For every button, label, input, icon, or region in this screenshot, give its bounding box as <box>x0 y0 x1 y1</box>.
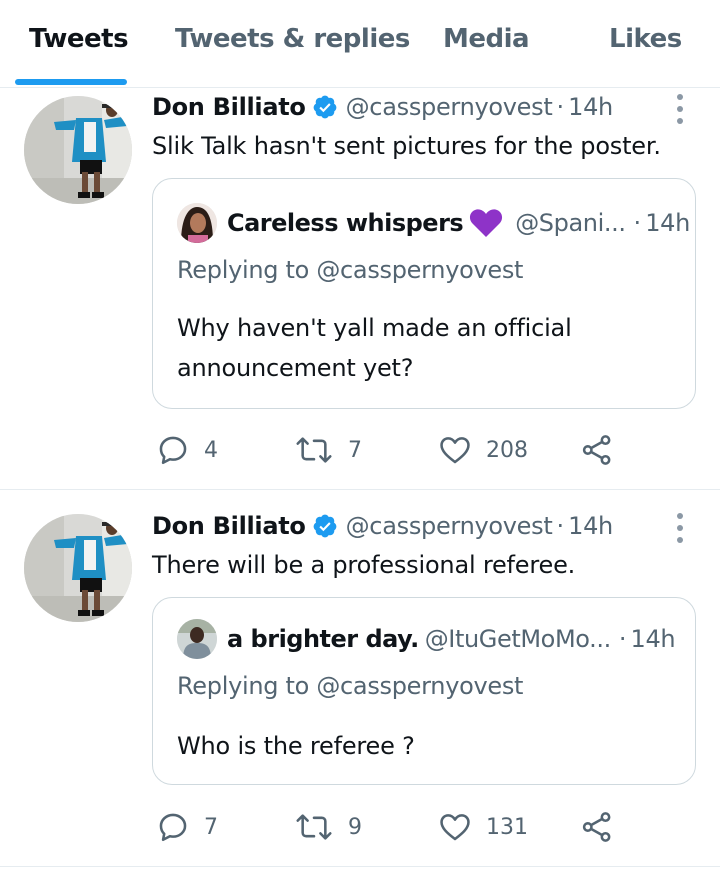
quoted-tweet-header: a brighter day. @ItuGetMoMo... · 14h <box>177 619 676 659</box>
retweet-button[interactable]: 9 <box>294 809 362 845</box>
quoted-avatar-photo-icon <box>177 203 217 243</box>
tweet-actions: 7 9 131 <box>156 809 626 845</box>
retweet-count: 9 <box>348 814 362 840</box>
tweet-divider <box>0 489 720 490</box>
reply-button[interactable]: 4 <box>156 432 218 468</box>
like-count: 131 <box>486 814 528 840</box>
quoted-author-handle: @ItuGetMoMo... <box>424 625 612 653</box>
quoted-tweet[interactable]: a brighter day. @ItuGetMoMo... · 14h Rep… <box>152 597 696 785</box>
avatar-photo-icon <box>24 96 132 204</box>
active-tab-indicator <box>15 79 127 85</box>
retweet-button[interactable]: 7 <box>294 432 362 468</box>
tweet-timestamp[interactable]: 14h <box>568 512 613 540</box>
avatar[interactable] <box>24 96 132 204</box>
author-name[interactable]: Don Billiato <box>152 512 306 540</box>
retweet-count: 7 <box>348 437 362 463</box>
replying-to-label: Replying to @casspernyovest <box>177 256 524 284</box>
quoted-tweet-text: Who is the referee ? <box>177 732 415 760</box>
tab-likes[interactable]: Likes <box>609 24 682 54</box>
more-options-icon[interactable] <box>674 94 686 124</box>
tweet-text: There will be a professional referee. <box>152 551 576 579</box>
profile-tab-bar: Tweets Tweets & replies Media Likes <box>0 0 720 88</box>
quoted-avatar <box>177 619 217 659</box>
tab-tweets[interactable]: Tweets <box>29 24 129 54</box>
separator-dot: · <box>556 512 565 540</box>
tab-tweets-and-replies[interactable]: Tweets & replies <box>175 24 410 54</box>
quoted-timestamp: 14h <box>645 209 691 237</box>
separator-dot: · <box>618 625 627 653</box>
heart-icon <box>440 814 470 841</box>
share-button[interactable] <box>580 432 614 468</box>
quoted-avatar-photo-icon <box>177 619 217 659</box>
tab-media[interactable]: Media <box>443 24 530 54</box>
tweet-timestamp[interactable]: 14h <box>568 93 613 121</box>
reply-count: 7 <box>204 814 218 840</box>
author-name[interactable]: Don Billiato <box>152 93 306 121</box>
author-handle[interactable]: @casspernyovest <box>346 93 553 121</box>
tweet-divider <box>0 866 720 867</box>
quoted-tweet[interactable]: Careless whispers @Spani... · 14h Replyi… <box>152 178 696 409</box>
retweet-icon <box>296 814 332 840</box>
quoted-tweet-header: Careless whispers @Spani... · 14h <box>177 203 690 243</box>
tweet-author-row: Don Billiato @casspernyovest · 14h <box>152 89 613 125</box>
quoted-avatar <box>177 203 217 243</box>
like-button[interactable]: 131 <box>438 809 528 845</box>
share-icon <box>582 812 611 842</box>
share-button[interactable] <box>580 809 614 845</box>
replying-to-label: Replying to @casspernyovest <box>177 672 524 700</box>
separator-dot: · <box>556 93 565 121</box>
reply-icon <box>159 436 187 465</box>
purple-heart-icon <box>470 209 503 237</box>
heart-icon <box>440 437 470 464</box>
tweet-author-row: Don Billiato @casspernyovest · 14h <box>152 508 613 544</box>
quoted-author-name: a brighter day. <box>227 625 419 653</box>
verified-badge-icon <box>313 95 336 119</box>
more-options-icon[interactable] <box>674 513 686 543</box>
retweet-icon <box>296 437 332 463</box>
avatar-photo-icon <box>24 514 132 622</box>
like-button[interactable]: 208 <box>438 432 528 468</box>
reply-button[interactable]: 7 <box>156 809 218 845</box>
author-handle[interactable]: @casspernyovest <box>346 512 553 540</box>
avatar[interactable] <box>24 514 132 622</box>
quoted-timestamp: 14h <box>630 625 676 653</box>
quoted-author-handle: @Spani... <box>515 209 626 237</box>
separator-dot: · <box>633 209 642 237</box>
verified-badge-icon <box>313 514 336 538</box>
tweet-actions: 4 7 208 <box>156 432 626 468</box>
like-count: 208 <box>486 437 528 463</box>
reply-count: 4 <box>204 437 218 463</box>
quoted-author-name: Careless whispers <box>227 209 464 237</box>
reply-icon <box>159 813 187 842</box>
share-icon <box>582 435 611 465</box>
tweet-text: Slik Talk hasn't sent pictures for the p… <box>152 132 661 160</box>
quoted-tweet-text: Why haven't yall made an official announ… <box>177 314 572 382</box>
